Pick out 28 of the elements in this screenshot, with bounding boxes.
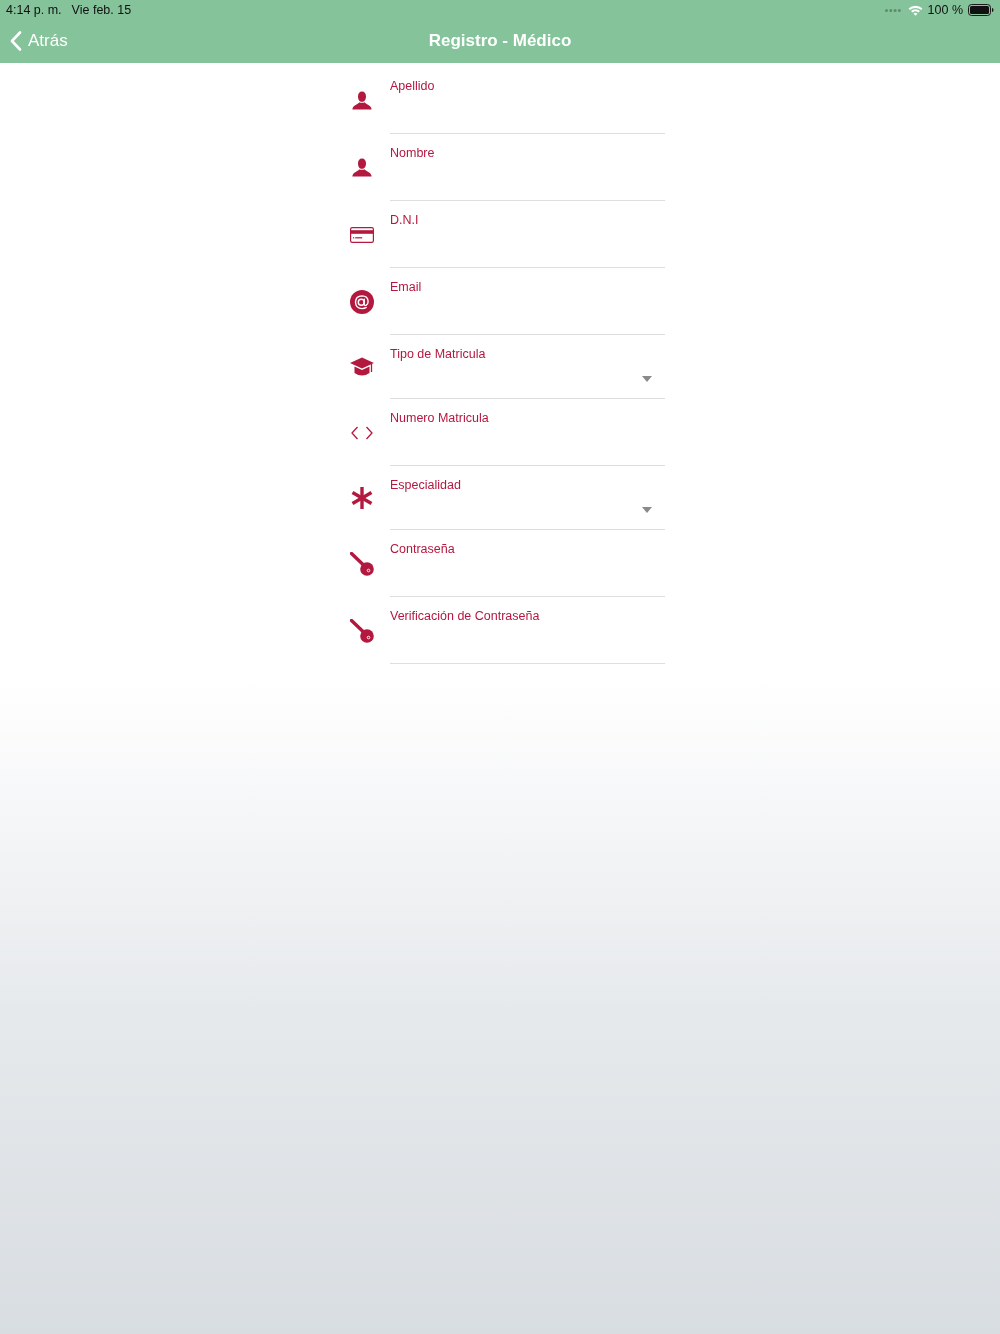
wifi-icon [907,4,923,16]
dropdown-field[interactable]: Especialidad [390,466,665,530]
key-icon [350,551,374,576]
battery-percent: 100 % [927,2,963,18]
key-icon [350,618,374,643]
input-field[interactable]: Nombre [390,134,665,201]
input-field[interactable]: Verificación de Contraseña [390,597,665,664]
battery-icon [968,4,994,16]
input-field[interactable]: Numero Matricula [390,399,665,466]
caret-icon [642,507,652,513]
input-field[interactable]: Apellido [390,67,665,134]
signal-icon [884,8,901,12]
input-field[interactable]: Contraseña [390,530,665,597]
input-field[interactable]: D.N.I [390,201,665,268]
person-icon [352,91,372,110]
person-icon [352,158,372,177]
graduation-cap-icon [350,357,374,377]
asterisk-icon [351,487,373,509]
at-sign-icon [350,289,374,314]
status-time: 4:14 p. m. [6,2,62,18]
status-date: Vie feb. 15 [71,2,132,18]
chevron-icon [10,30,22,51]
caret-icon [642,376,652,382]
input-field[interactable]: Email [390,268,665,335]
angle-brackets-icon [351,425,373,440]
dropdown-field[interactable]: Tipo de Matricula [390,335,665,399]
credit-card-icon [350,226,374,243]
screen-title: Registro - Médico [428,30,572,51]
